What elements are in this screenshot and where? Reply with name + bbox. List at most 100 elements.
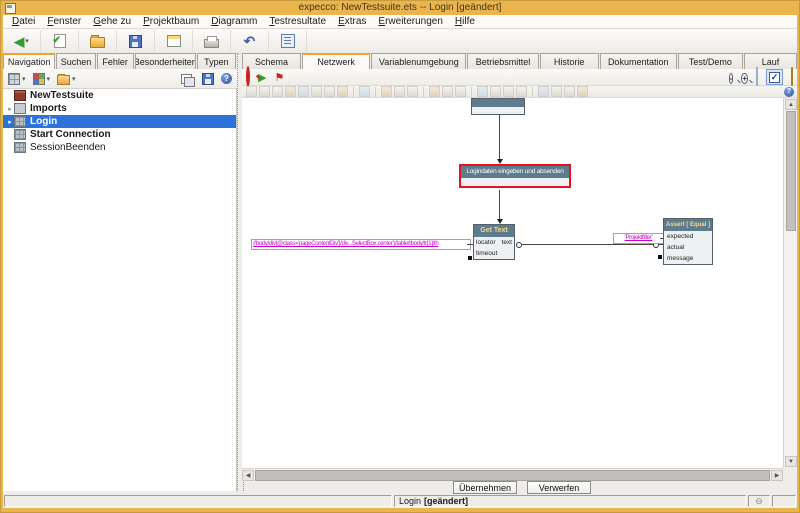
insert-step-icon[interactable] [442,86,453,97]
paste-page-icon[interactable] [311,86,322,97]
expand-arrow-icon[interactable]: ▸ [6,105,14,113]
menu-datei[interactable]: Datei [7,16,40,27]
open-page-icon[interactable] [259,86,270,97]
tab-besonderheiten[interactable]: Besonderheiten [135,53,196,69]
vertical-scrollbar[interactable]: ▲ ▼ [783,98,797,468]
tab-dokumentation[interactable]: Dokumentation [600,53,677,69]
copy-step-icon[interactable] [407,86,418,97]
snapshot-button[interactable] [791,68,793,86]
snap-checkbox[interactable]: ✓ [766,69,783,85]
save-page-icon[interactable] [272,86,283,97]
zoom-out-button[interactable]: - [729,68,734,86]
discard-button[interactable]: Verwerfen [527,481,591,494]
editor-settings-button[interactable] [269,30,307,52]
tab-suchen[interactable]: Suchen [56,53,95,69]
tree-item-sessionbeenden[interactable]: SessionBeenden [3,141,236,154]
tree-item-start-connection[interactable]: Start Connection [3,128,236,141]
tab-variablenumgebung[interactable]: Variablenumgebung [371,53,466,69]
scrollbar-thumb[interactable] [255,470,770,481]
copy-view-button[interactable] [179,73,197,85]
tab-betriebsmittel[interactable]: Betriebsmittel [467,53,538,69]
input-pin-timeout[interactable]: timeout [476,248,497,259]
menu-testresultate[interactable]: Testresultate [264,16,331,27]
autoconnect-icon[interactable] [503,86,514,97]
new-page-icon[interactable] [246,86,257,97]
tab-historie[interactable]: Historie [540,53,599,69]
search-red-button[interactable] [246,68,250,86]
new-folder-menu-button[interactable]: ▾ [55,72,78,86]
menu-extras[interactable]: Extras [333,16,371,27]
connect-pins-icon[interactable] [477,86,488,97]
tab-schema[interactable]: Schema [242,53,301,69]
distribute-steps-icon[interactable] [564,86,575,97]
paste-step-icon[interactable] [429,86,440,97]
output-port-icon[interactable] [516,242,522,248]
tree-item-login[interactable]: ▸ Login [3,115,236,128]
save-view-button[interactable] [200,72,216,86]
disconnect-pins-icon[interactable] [490,86,501,97]
undo-button[interactable]: ↶ [231,30,269,52]
input-pin-message[interactable]: message [664,253,712,264]
page-properties-icon[interactable] [337,86,348,97]
menu-diagramm[interactable]: Diagramm [206,16,262,27]
new-component-menu-button[interactable]: ▾ [6,72,28,86]
scrollbar-thumb[interactable] [786,111,796,231]
accept-button[interactable]: ✔ [41,30,79,52]
help-icon[interactable]: ? [784,87,794,97]
help-button[interactable]: ? [219,72,234,85]
open-file-button[interactable] [79,30,117,52]
assert-equal-block[interactable]: Assert [ Equal ] expected actual message [663,218,713,265]
filter-value-label[interactable]: 'Projektfilter' [613,233,664,244]
delete-step-icon[interactable] [455,86,466,97]
scroll-right-icon[interactable]: ▶ [771,470,783,481]
undo-edit-icon[interactable] [381,86,392,97]
back-button[interactable]: ◀▾ [3,30,41,52]
copy-page-icon[interactable] [298,86,309,97]
network-canvas[interactable]: Logindaten eingeben und absenden Get Tex… [242,98,783,468]
xpath-locator-label[interactable]: //body/div[@class='pageContentDiv']/div.… [251,239,471,250]
menu-gehe-zu[interactable]: Gehe zu [88,16,136,27]
align-vertical-icon[interactable] [551,86,562,97]
timeout-pin-icon[interactable] [468,256,472,260]
tab-lauf[interactable]: Lauf [744,53,797,69]
align-horizontal-icon[interactable] [538,86,549,97]
selected-step-block[interactable]: Logindaten eingeben und absenden [459,164,571,188]
expand-arrow-icon[interactable]: ▸ [6,118,14,126]
delete-page-icon[interactable] [324,86,335,97]
scroll-up-icon[interactable]: ▲ [785,99,797,110]
input-pin-actual[interactable]: actual [664,242,712,253]
scroll-left-icon[interactable]: ◀ [242,470,254,481]
input-pin-locator[interactable]: locator [476,237,496,248]
apply-button[interactable]: Übernehmen [453,481,517,494]
horizontal-scrollbar[interactable]: ◀ ▶ [242,468,783,481]
tab-netzwerk[interactable]: Netzwerk [302,53,370,69]
new-colored-component-menu-button[interactable]: ▾ [31,72,53,86]
grid-toggle-button[interactable] [756,68,758,86]
menu-fenster[interactable]: Fenster [42,16,86,27]
snap-to-grid-icon[interactable] [577,86,588,97]
tab-test-demo[interactable]: Test/Demo [678,53,743,69]
breakpoint-flag-button[interactable]: ⚑ [274,68,284,86]
scroll-down-icon[interactable]: ▼ [785,456,797,467]
new-window-button[interactable] [155,30,193,52]
message-pin-icon[interactable] [658,255,662,259]
zoom-in-button[interactable]: + [741,68,748,86]
print-page-icon[interactable] [285,86,296,97]
menu-erweiterungen[interactable]: Erweiterungen [373,16,447,27]
menu-projektbaum[interactable]: Projektbaum [138,16,204,27]
cut-step-icon[interactable] [394,86,405,97]
tab-fehler[interactable]: Fehler [97,53,134,69]
tree-item-imports[interactable]: ▸ Imports [3,102,236,115]
print-button[interactable] [193,30,231,52]
output-pin-text[interactable]: text [502,237,512,248]
tree-item-newtestsuite[interactable]: NewTestsuite [3,89,236,102]
save-button[interactable] [117,30,155,52]
palette-icon[interactable] [359,86,370,97]
clipped-step-block[interactable] [471,98,525,115]
get-text-block[interactable]: Get Text locator text timeout [473,224,515,260]
tab-typen[interactable]: Typen [197,53,236,69]
input-pin-expected[interactable]: expected [664,231,712,242]
menu-hilfe[interactable]: Hilfe [450,16,480,27]
tab-navigation[interactable]: Navigation [3,53,55,69]
cleanup-layout-icon[interactable] [516,86,527,97]
